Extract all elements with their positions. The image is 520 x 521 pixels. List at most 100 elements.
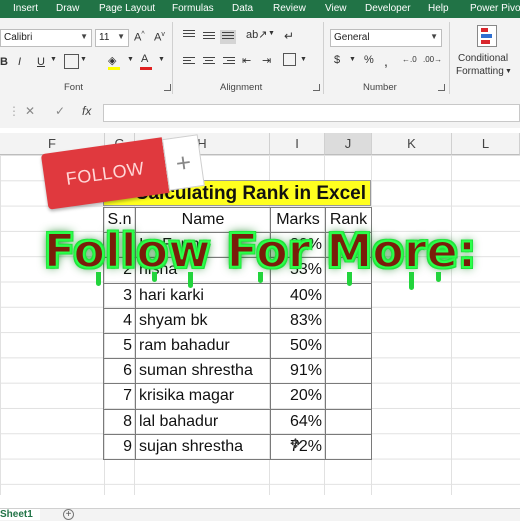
font-name-combo[interactable]: Calibri ▼ bbox=[0, 29, 92, 47]
chevron-down-icon: ▼ bbox=[117, 32, 125, 41]
table-row: 6 suman shrestha 91% bbox=[103, 358, 372, 385]
borders-icon[interactable] bbox=[64, 54, 79, 69]
add-sheet-icon[interactable]: + bbox=[63, 509, 74, 520]
chevron-down-icon[interactable]: ▼ bbox=[349, 56, 356, 63]
number-format-combo[interactable]: General ▼ bbox=[330, 29, 442, 47]
formula-input[interactable] bbox=[103, 104, 520, 122]
font-color-icon[interactable]: A bbox=[141, 53, 148, 65]
tab-view[interactable]: View bbox=[325, 3, 347, 14]
italic-icon[interactable]: I bbox=[18, 56, 21, 68]
chevron-down-icon[interactable]: ▼ bbox=[268, 30, 275, 37]
cell-sn[interactable]: 7 bbox=[103, 383, 136, 410]
fill-color-swatch bbox=[108, 67, 120, 70]
chevron-down-icon[interactable]: ▼ bbox=[300, 56, 307, 63]
chevron-down-icon[interactable]: ▼ bbox=[50, 56, 57, 63]
tab-power-pivot[interactable]: Power Pivot bbox=[470, 3, 520, 14]
cell-rank[interactable] bbox=[325, 408, 372, 435]
column-header-k[interactable]: K bbox=[372, 133, 452, 155]
decrease-indent-icon[interactable]: ⇤ bbox=[242, 54, 251, 67]
percent-icon[interactable]: % bbox=[364, 54, 374, 66]
table-row: 5 ram bahadur 50% bbox=[103, 332, 372, 360]
increase-decimal-icon[interactable]: ←.0 bbox=[402, 55, 417, 64]
dialog-launcher-icon[interactable] bbox=[438, 84, 445, 91]
cell-sn[interactable]: 6 bbox=[103, 358, 136, 385]
cancel-icon[interactable]: ✕ bbox=[25, 104, 35, 118]
tab-help[interactable]: Help bbox=[428, 3, 449, 14]
column-header-i[interactable]: I bbox=[270, 133, 325, 155]
sheet-tab[interactable]: Sheet1 bbox=[0, 509, 40, 520]
cell-name[interactable]: krisika magar bbox=[135, 383, 271, 410]
table-row: 4 shyam bk 83% bbox=[103, 307, 372, 334]
tab-page-layout[interactable]: Page Layout bbox=[99, 3, 155, 14]
ribbon: Calibri ▼ 11 ▼ A^ Av B I U ▼ ▼ ◈ ▼ A ▼ F… bbox=[0, 18, 520, 99]
cell-name[interactable]: sujan shrestha bbox=[135, 433, 271, 460]
conditional-formatting-icon[interactable] bbox=[477, 25, 497, 47]
enter-icon[interactable]: ✓ bbox=[55, 104, 65, 118]
chevron-down-icon[interactable]: ▼ bbox=[505, 68, 512, 75]
grip-icon: ⋮ bbox=[8, 104, 20, 118]
chevron-down-icon[interactable]: ▼ bbox=[80, 56, 87, 63]
increase-indent-icon[interactable]: ⇥ bbox=[262, 54, 271, 67]
cell-rank[interactable] bbox=[325, 383, 372, 410]
cell-marks[interactable]: 40% bbox=[270, 282, 326, 309]
cell-name[interactable]: shyam bk bbox=[135, 307, 271, 334]
fill-color-icon[interactable]: ◈ bbox=[108, 54, 116, 67]
cell-rank[interactable] bbox=[325, 332, 372, 360]
bold-icon[interactable]: B bbox=[0, 56, 8, 68]
tab-data[interactable]: Data bbox=[232, 3, 253, 14]
align-right-icon[interactable] bbox=[223, 57, 235, 67]
insert-function-icon[interactable]: fx bbox=[82, 104, 91, 118]
cell-marks[interactable]: 20% bbox=[270, 383, 326, 410]
dialog-launcher-icon[interactable] bbox=[313, 84, 320, 91]
cell-name[interactable]: suman shrestha bbox=[135, 358, 271, 385]
cell-rank[interactable] bbox=[325, 358, 372, 385]
underline-icon[interactable]: U bbox=[37, 56, 45, 68]
grid-line bbox=[451, 155, 452, 495]
drip-decoration bbox=[347, 272, 352, 286]
decrease-decimal-icon[interactable]: .00→ bbox=[423, 55, 442, 64]
currency-icon[interactable]: $ bbox=[334, 54, 340, 66]
cell-name[interactable]: hari karki bbox=[135, 282, 271, 309]
table-row: 8 lal bahadur 64% bbox=[103, 408, 372, 435]
wrap-text-icon[interactable]: ↵ bbox=[284, 29, 294, 43]
conditional-formatting-label-1[interactable]: Conditional bbox=[458, 53, 508, 64]
align-left-icon[interactable] bbox=[183, 57, 195, 67]
cell-marks[interactable]: 50% bbox=[270, 332, 326, 360]
orientation-icon[interactable]: ab↗ bbox=[246, 28, 267, 41]
dialog-launcher-icon[interactable] bbox=[164, 84, 171, 91]
cell-rank[interactable] bbox=[325, 307, 372, 334]
comma-style-icon[interactable]: , bbox=[384, 53, 388, 69]
cell-name[interactable]: ram bahadur bbox=[135, 332, 271, 360]
group-separator bbox=[449, 22, 450, 94]
cell-name[interactable]: lal bahadur bbox=[135, 408, 271, 435]
decrease-font-icon[interactable]: Av bbox=[154, 31, 165, 44]
tab-developer[interactable]: Developer bbox=[365, 3, 411, 14]
align-top-icon[interactable] bbox=[183, 30, 195, 40]
conditional-formatting-label-2[interactable]: Formatting bbox=[456, 66, 504, 77]
cell-rank[interactable] bbox=[325, 282, 372, 309]
merge-center-icon[interactable] bbox=[283, 53, 296, 66]
align-bottom-icon[interactable] bbox=[220, 30, 236, 44]
cell-marks[interactable]: 83% bbox=[270, 307, 326, 334]
increase-font-icon[interactable]: A^ bbox=[134, 31, 145, 44]
cell-rank[interactable] bbox=[325, 433, 372, 460]
column-header-j[interactable]: J bbox=[325, 133, 372, 155]
column-header-l[interactable]: L bbox=[452, 133, 520, 155]
cell-sn[interactable]: 9 bbox=[103, 433, 136, 460]
tab-formulas[interactable]: Formulas bbox=[172, 3, 214, 14]
font-size-combo[interactable]: 11 ▼ bbox=[95, 29, 129, 47]
tab-review[interactable]: Review bbox=[273, 3, 306, 14]
tab-insert[interactable]: Insert bbox=[13, 3, 38, 14]
cell-sn[interactable]: 8 bbox=[103, 408, 136, 435]
align-middle-icon[interactable] bbox=[203, 32, 215, 42]
cell-sn[interactable]: 4 bbox=[103, 307, 136, 334]
cell-marks[interactable]: 64% bbox=[270, 408, 326, 435]
chevron-down-icon[interactable]: ▼ bbox=[158, 56, 165, 63]
cell-sn[interactable]: 3 bbox=[103, 282, 136, 309]
drip-decoration bbox=[436, 272, 441, 282]
chevron-down-icon[interactable]: ▼ bbox=[127, 56, 134, 63]
align-center-icon[interactable] bbox=[203, 57, 215, 67]
cell-sn[interactable]: 5 bbox=[103, 332, 136, 360]
tab-draw[interactable]: Draw bbox=[56, 3, 79, 14]
cell-marks[interactable]: 91% bbox=[270, 358, 326, 385]
